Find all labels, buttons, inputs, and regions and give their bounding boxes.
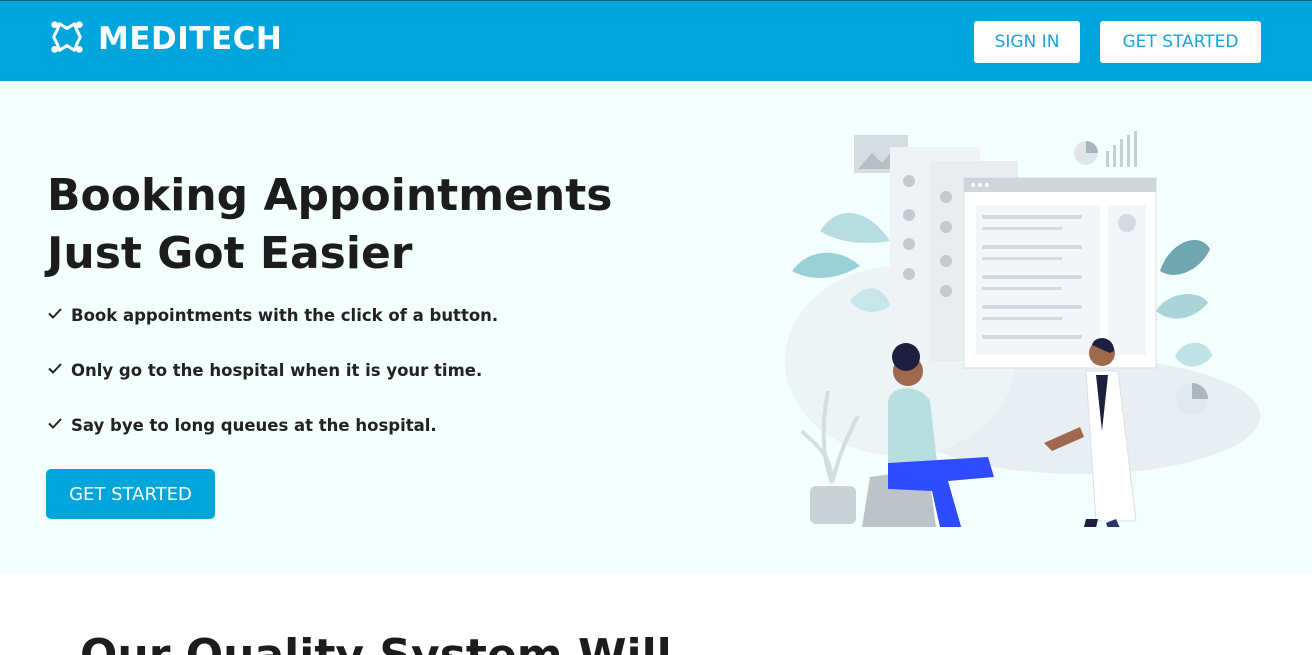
hero-title-line-1: Booking Appointments [47, 170, 613, 221]
sign-in-button[interactable]: SIGN IN [974, 21, 1080, 63]
feature-item: Say bye to long queues at the hospital. [47, 413, 498, 437]
feature-text: Book appointments with the click of a bu… [71, 305, 499, 325]
feature-item: Only go to the hospital when it is your … [47, 358, 498, 382]
check-icon [47, 415, 71, 435]
hero-get-started-button[interactable]: GET STARTED [46, 469, 215, 519]
section-heading: Our Quality System Will [80, 630, 672, 655]
top-navbar: MEDITECH SIGN IN GET STARTED [0, 0, 1312, 81]
check-icon [47, 305, 71, 325]
feature-item: Book appointments with the click of a bu… [47, 303, 498, 327]
nav-get-started-button[interactable]: GET STARTED [1100, 21, 1261, 63]
feature-list: Book appointments with the click of a bu… [47, 303, 498, 468]
doctor-patient-illustration [780, 131, 1264, 601]
logo-icon [48, 18, 86, 60]
feature-text: Say bye to long queues at the hospital. [71, 415, 437, 435]
check-icon [47, 360, 71, 380]
feature-text: Only go to the hospital when it is your … [71, 360, 483, 380]
hero-title: Booking Appointments Just Got Easier [47, 167, 687, 283]
hero-section: Booking Appointments Just Got Easier Boo… [0, 81, 1312, 601]
brand[interactable]: MEDITECH [48, 19, 282, 59]
hero-title-line-2: Just Got Easier [47, 228, 413, 279]
brand-name: MEDITECH [98, 21, 283, 57]
